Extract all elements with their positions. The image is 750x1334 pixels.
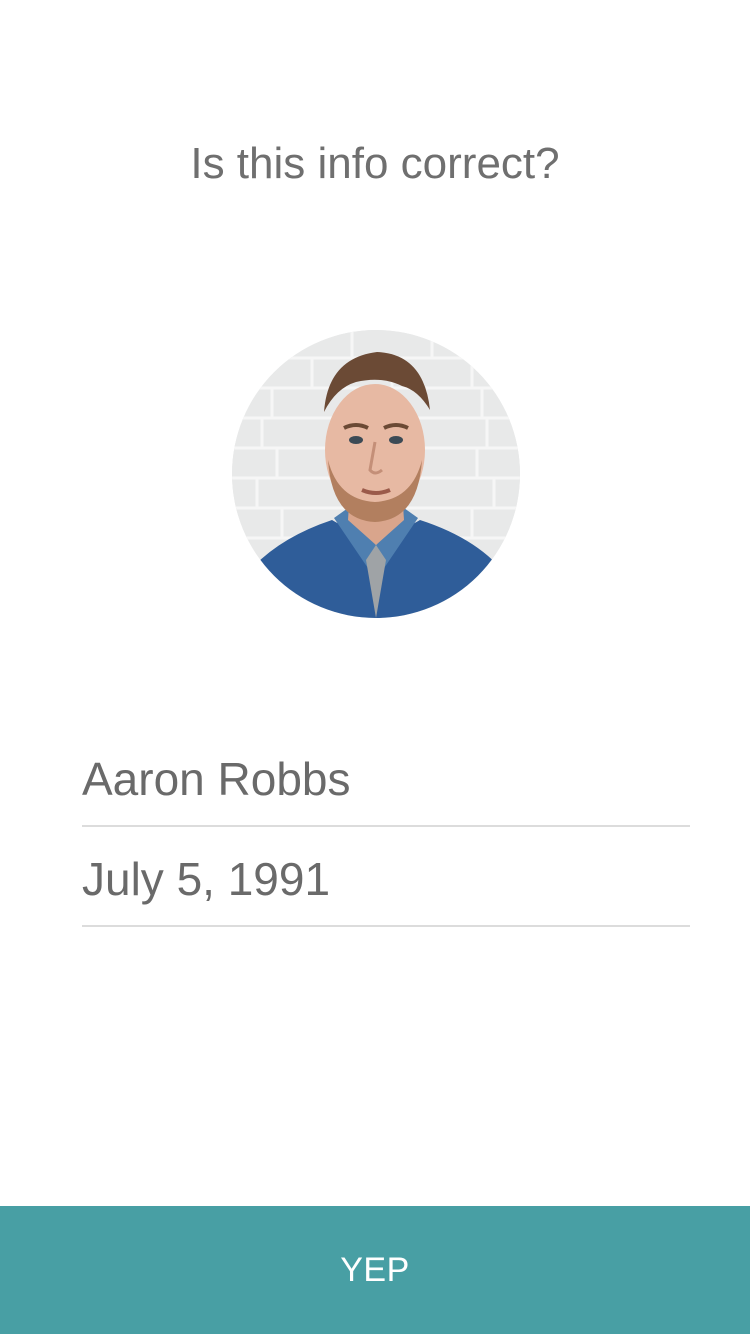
name-field[interactable]: Aaron Robbs xyxy=(82,727,690,827)
date-of-birth-value: July 5, 1991 xyxy=(82,853,331,905)
name-value: Aaron Robbs xyxy=(82,753,351,805)
confirm-button[interactable]: YEP xyxy=(0,1206,750,1334)
confirm-info-screen: Is this info correct? Aaron Robbs July 5… xyxy=(0,0,750,1334)
avatar xyxy=(232,330,520,618)
page-title: Is this info correct? xyxy=(190,139,560,188)
date-of-birth-field[interactable]: July 5, 1991 xyxy=(82,827,690,927)
avatar-photo xyxy=(232,330,520,618)
